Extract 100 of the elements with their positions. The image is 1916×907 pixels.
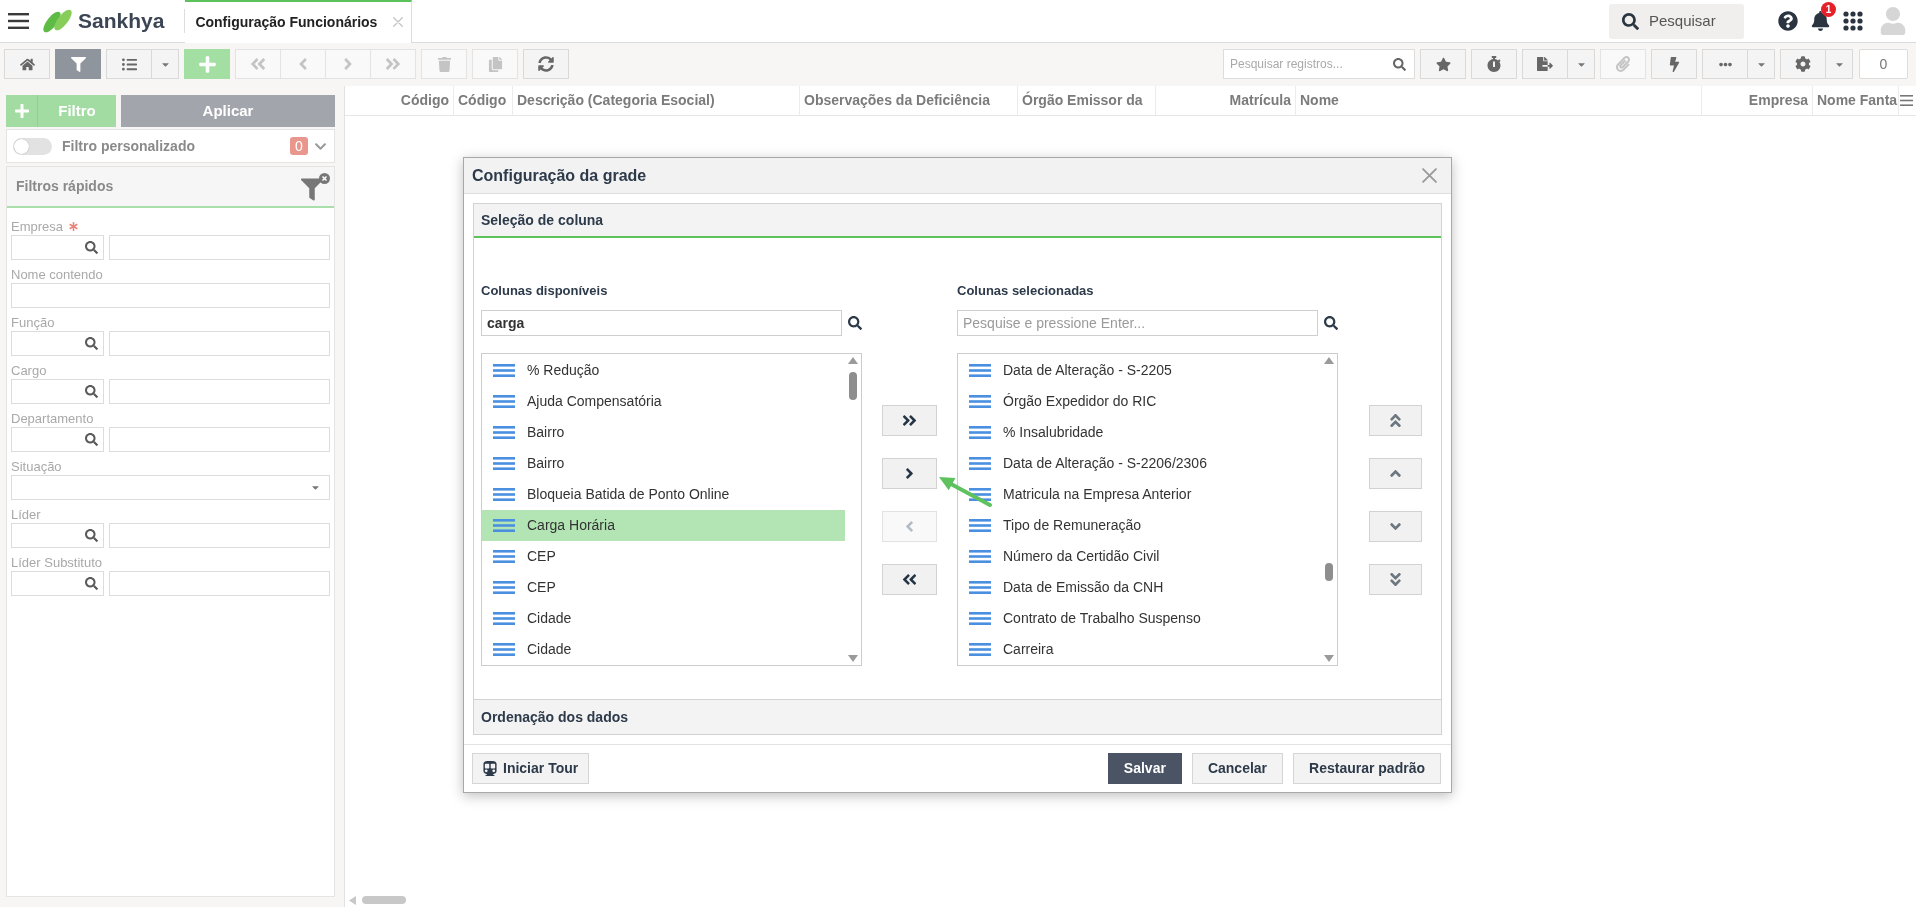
lines-icon — [493, 519, 515, 532]
lines-icon — [969, 612, 991, 625]
more-button[interactable] — [1702, 49, 1748, 79]
notifications-icon[interactable] — [1811, 11, 1830, 31]
select-field[interactable] — [11, 475, 330, 500]
section-header[interactable]: Seleção de coluna — [474, 204, 1441, 238]
search-icon[interactable] — [85, 241, 98, 254]
filter-toggle-button[interactable] — [55, 49, 101, 79]
search-icon[interactable] — [85, 577, 98, 590]
move-to-top-button[interactable] — [1369, 405, 1422, 436]
lines-icon — [969, 457, 991, 470]
code-field[interactable] — [11, 235, 104, 260]
search-icon[interactable] — [85, 433, 98, 446]
description-field[interactable] — [109, 523, 330, 548]
plus-icon — [13, 103, 30, 119]
column-header[interactable]: Descrição (Categoria Esocial) — [513, 86, 800, 115]
code-field[interactable] — [11, 379, 104, 404]
move-all-right-button[interactable] — [882, 405, 937, 436]
custom-filter-label: Filtro personalizado — [62, 136, 195, 156]
search-icon[interactable] — [848, 316, 862, 330]
refresh-button[interactable] — [523, 49, 569, 79]
scroll-thumb[interactable] — [362, 896, 406, 904]
text-field[interactable] — [11, 283, 330, 308]
tab[interactable]: Configuração Funcionários — [185, 0, 413, 43]
field-label: Nome contendo — [11, 266, 103, 283]
actions-button[interactable] — [1651, 49, 1697, 79]
settings-button[interactable] — [1780, 49, 1826, 79]
description-field[interactable] — [109, 379, 330, 404]
add-button[interactable] — [184, 49, 230, 79]
column-header[interactable]: Órgão Emissor da — [1018, 86, 1156, 115]
description-field[interactable] — [109, 331, 330, 356]
scroll-thumb[interactable] — [849, 372, 857, 400]
double-chevron-down-icon — [1387, 571, 1404, 588]
field-label: Função — [11, 314, 55, 331]
home-button[interactable] — [4, 49, 50, 79]
scroll-up-icon[interactable] — [1324, 357, 1334, 364]
double-chevron-left-icon — [249, 55, 267, 73]
move-all-left-button[interactable] — [882, 564, 937, 595]
column-header[interactable]: Código — [454, 86, 513, 115]
double-chevron-right-icon — [901, 412, 918, 429]
move-down-button[interactable] — [1369, 511, 1422, 542]
restore-defaults-button[interactable]: Restaurar padrão — [1293, 753, 1441, 784]
field-label: Departamento — [11, 410, 94, 427]
menu-icon[interactable] — [8, 13, 29, 29]
move-right-button[interactable] — [882, 458, 937, 489]
scroll-down-icon[interactable] — [848, 655, 858, 662]
code-field[interactable] — [11, 571, 104, 596]
list-title: Colunas selecionadas — [957, 282, 1095, 300]
move-to-bottom-button[interactable] — [1369, 564, 1422, 595]
column-header[interactable]: Matrícula — [1156, 86, 1296, 115]
avatar-icon[interactable] — [1880, 7, 1906, 35]
search-field[interactable]: Pesquisar — [1609, 3, 1744, 39]
section-header[interactable]: Ordenação dos dados — [474, 699, 1441, 734]
close-icon[interactable] — [393, 17, 404, 27]
search-icon[interactable] — [1393, 57, 1406, 71]
paperclip-icon — [1615, 56, 1631, 72]
scroll-left-icon[interactable] — [349, 895, 356, 905]
record-count: 0 — [1859, 49, 1908, 79]
scroll-up-icon[interactable] — [848, 357, 858, 364]
column-header[interactable]: Empresa — [1702, 86, 1813, 115]
description-field[interactable] — [109, 427, 330, 452]
apps-grid-icon[interactable] — [1843, 11, 1863, 31]
column-header[interactable]: Nome — [1296, 86, 1702, 115]
search-icon[interactable] — [85, 529, 98, 542]
lines-icon — [969, 426, 991, 439]
list-item[interactable]: Carga Horária — [482, 510, 845, 541]
scroll-thumb[interactable] — [1325, 563, 1333, 581]
code-field[interactable] — [11, 427, 104, 452]
column-header[interactable]: Código — [352, 86, 454, 115]
help-icon[interactable] — [1778, 11, 1798, 31]
save-button[interactable]: Salvar — [1107, 753, 1182, 784]
lines-icon — [969, 364, 991, 377]
search-icon[interactable] — [85, 385, 98, 398]
column-header[interactable]: Nome Fanta — [1813, 86, 1899, 115]
scroll-down-icon[interactable] — [1324, 655, 1334, 662]
lines-icon — [493, 364, 515, 377]
description-field[interactable] — [109, 235, 330, 260]
favorite-button[interactable] — [1420, 49, 1466, 79]
timer-button[interactable] — [1471, 49, 1517, 79]
description-field[interactable] — [109, 571, 330, 596]
cancel-button[interactable]: Cancelar — [1191, 753, 1284, 784]
column-header[interactable]: Observações da Deficiência — [800, 86, 1018, 115]
search-icon[interactable] — [1324, 316, 1338, 330]
clear-filter-icon[interactable] — [301, 172, 330, 201]
export-button[interactable] — [1522, 49, 1568, 79]
search-field[interactable]: carga — [481, 310, 842, 336]
search-icon[interactable] — [85, 337, 98, 350]
code-field[interactable] — [11, 523, 104, 548]
move-up-button[interactable] — [1369, 458, 1422, 489]
filter-count-badge: 0 — [290, 137, 308, 155]
toggle-switch[interactable] — [13, 137, 52, 155]
search-field[interactable]: Pesquise e pressione Enter... — [957, 310, 1318, 336]
close-icon[interactable] — [1422, 168, 1437, 183]
tour-button[interactable]: Iniciar Tour — [472, 753, 590, 784]
column-menu-icon[interactable] — [1900, 95, 1913, 106]
lines-icon — [969, 395, 991, 408]
list-view-button[interactable] — [106, 49, 152, 79]
code-field[interactable] — [11, 331, 104, 356]
trash-icon — [436, 56, 452, 72]
lines-icon — [493, 488, 515, 501]
